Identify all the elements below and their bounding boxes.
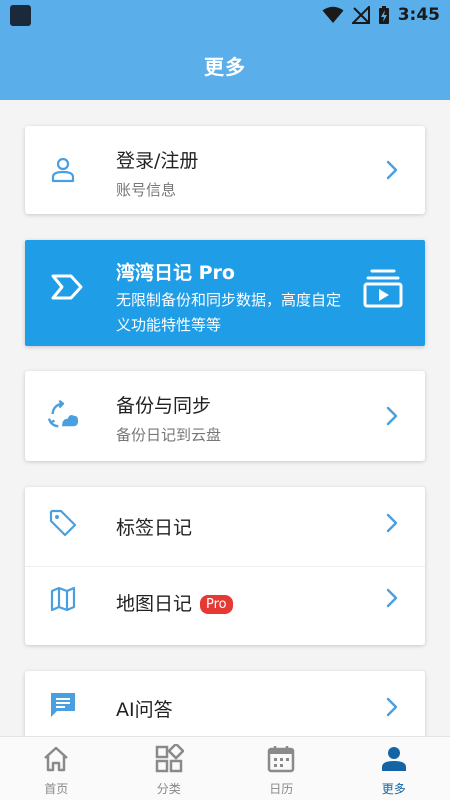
chevron-right-icon bbox=[383, 158, 401, 182]
cloud-sync-icon bbox=[47, 398, 79, 430]
chat-icon bbox=[47, 689, 79, 721]
backup-row[interactable]: 备份与同步 备份日记到云盘 bbox=[25, 371, 425, 461]
nav-category[interactable]: 分类 bbox=[113, 737, 226, 800]
promo-title: 湾湾日记 Pro bbox=[116, 262, 235, 284]
tags-row[interactable]: 标签日记 bbox=[25, 487, 425, 566]
app-header: 更多 bbox=[0, 30, 450, 100]
backup-subtitle: 备份日记到云盘 bbox=[116, 426, 222, 444]
clock: 3:45 bbox=[397, 5, 440, 25]
tag-icon bbox=[47, 507, 79, 539]
app-notification-icon bbox=[10, 5, 31, 26]
calendar-icon bbox=[266, 743, 296, 775]
pro-badge: Pro bbox=[200, 595, 233, 614]
pro-arrow-icon bbox=[50, 270, 84, 308]
account-title: 登录/注册 bbox=[116, 150, 199, 172]
map-title: 地图日记 bbox=[116, 593, 193, 615]
chevron-right-icon bbox=[383, 511, 401, 535]
nav-more[interactable]: 更多 bbox=[338, 737, 450, 800]
wifi-icon bbox=[322, 6, 344, 23]
no-signal-icon bbox=[351, 6, 370, 24]
nav-more-label: 更多 bbox=[381, 782, 406, 796]
chevron-right-icon bbox=[383, 404, 401, 428]
map-title-wrap: 地图日记 Pro bbox=[116, 589, 233, 616]
bottom-navigation: 首页 分类 日历 更多 bbox=[0, 736, 450, 800]
promo-description: 无限制备份和同步数据，高度自定义功能特性等等 bbox=[116, 291, 342, 334]
nav-home-label: 首页 bbox=[44, 782, 69, 796]
system-icons: 3:45 bbox=[322, 0, 440, 30]
person-icon bbox=[379, 743, 409, 775]
map-row[interactable]: 地图日记 Pro bbox=[25, 567, 425, 645]
subscriptions-icon bbox=[363, 268, 403, 312]
status-bar: 3:45 bbox=[0, 0, 450, 30]
tags-title: 标签日记 bbox=[116, 517, 193, 539]
ai-row[interactable]: AI问答 bbox=[25, 671, 425, 741]
ai-title: AI问答 bbox=[116, 699, 173, 721]
person-outline-icon bbox=[47, 154, 79, 186]
account-row[interactable]: 登录/注册 账号信息 bbox=[25, 126, 425, 214]
nav-home[interactable]: 首页 bbox=[0, 737, 113, 800]
home-icon bbox=[41, 743, 71, 775]
pro-promo-banner[interactable]: 湾湾日记 Pro 无限制备份和同步数据，高度自定义功能特性等等 bbox=[25, 240, 425, 346]
account-card[interactable]: 登录/注册 账号信息 bbox=[25, 126, 425, 214]
backup-title: 备份与同步 bbox=[116, 395, 212, 417]
page-title: 更多 bbox=[204, 54, 246, 79]
chevron-right-icon bbox=[383, 695, 401, 719]
nav-category-label: 分类 bbox=[156, 782, 181, 796]
nav-calendar[interactable]: 日历 bbox=[225, 737, 338, 800]
backup-card[interactable]: 备份与同步 备份日记到云盘 bbox=[25, 371, 425, 461]
diary-types-card: 标签日记 地图日记 Pro bbox=[25, 487, 425, 645]
map-icon bbox=[47, 583, 79, 615]
battery-charging-icon bbox=[378, 6, 389, 24]
category-icon bbox=[154, 743, 184, 775]
chevron-right-icon bbox=[383, 586, 401, 610]
account-subtitle: 账号信息 bbox=[116, 181, 177, 199]
nav-calendar-label: 日历 bbox=[269, 782, 294, 796]
